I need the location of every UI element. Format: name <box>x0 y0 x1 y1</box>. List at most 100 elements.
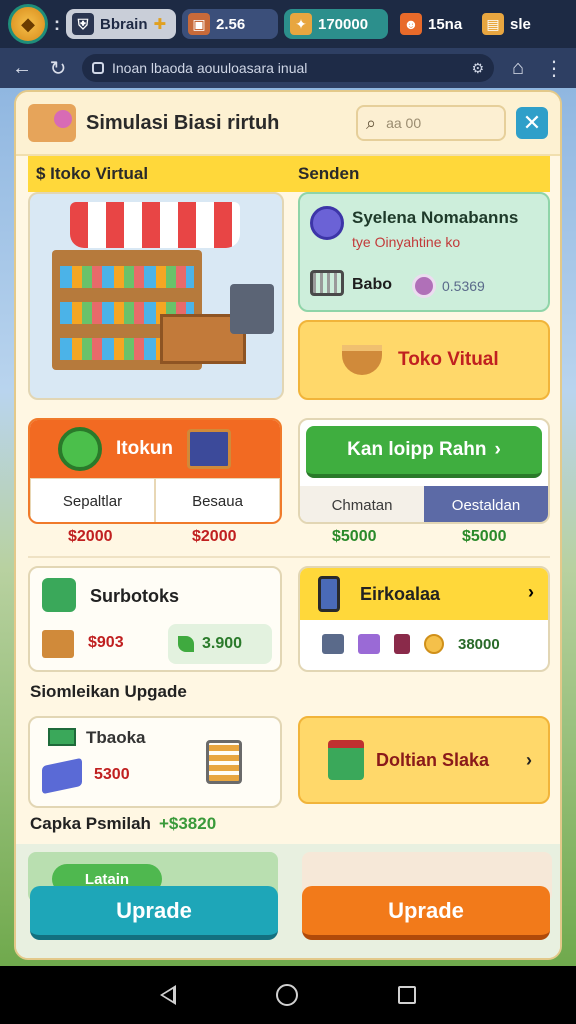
cash-icon: ✦ <box>290 13 312 35</box>
toko-virtual-button[interactable]: Toko Vitual <box>298 320 550 400</box>
shelf-goods <box>60 266 194 288</box>
subtotal-title: Surbotoks <box>90 586 180 606</box>
calculator-icon <box>394 634 410 654</box>
game-logo-icon[interactable]: ◆ <box>8 4 48 44</box>
resource-2-value: 2.56 <box>216 15 246 33</box>
resource-pill-2[interactable]: ▣ 2.56 <box>182 9 278 39</box>
plus-icon: ✚ <box>153 16 167 33</box>
status-bar: ◆ : ⛨ Bbrain ✚ ▣ 2.56 ✦ 170000 ☻ 15na ▤ … <box>0 0 576 48</box>
lock-icon <box>92 62 104 74</box>
url-text: Inoan lbaoda aouuloasara inual <box>112 60 308 76</box>
option-left[interactable]: Sepaltlar <box>30 478 155 522</box>
system-nav-bar <box>0 966 576 1024</box>
delivery-button[interactable]: Doltian Slaka › <box>298 716 550 804</box>
close-button[interactable]: ✕ <box>516 107 548 139</box>
supplier-title: Syelena Nomabanns <box>352 208 519 227</box>
abacus-icon <box>187 429 231 469</box>
more-dots-icon[interactable]: : <box>54 14 60 35</box>
subtotal-card[interactable]: Surbotoks $903 3.900 <box>28 566 282 672</box>
bell-icon[interactable]: ⌂ <box>506 57 530 80</box>
upgrade-button-left[interactable]: Uprade <box>30 886 278 940</box>
chevron-right-icon: › <box>494 439 501 460</box>
basket-icon <box>310 270 344 296</box>
menu-dots-icon[interactable]: ⋮ <box>542 56 566 81</box>
chevron-right-icon: › <box>526 749 532 770</box>
subtotal-green-pill: 3.900 <box>168 624 272 664</box>
section-title-left: $ Itoko Virtual <box>36 164 149 183</box>
toko-label: Toko Vitual <box>398 349 499 370</box>
awning-graphic <box>70 202 240 248</box>
cube-stack-icon <box>42 578 76 612</box>
green-gem-icon <box>58 427 102 471</box>
page-title: Simulasi Biasi rirtuh <box>86 111 280 134</box>
search-placeholder: aa 00 <box>386 115 422 131</box>
shop-illustration <box>28 192 284 400</box>
upgrade-button-right[interactable]: Uprade <box>302 886 550 940</box>
shop-bag-icon <box>28 104 76 142</box>
gift-icon: ▣ <box>188 13 210 35</box>
tab-right[interactable]: Oestaldan <box>424 486 548 522</box>
product-card-title: Itokun <box>116 438 173 459</box>
price-green-left: $5000 <box>332 528 377 545</box>
resource-pill-4[interactable]: ☻ 15na <box>394 9 470 39</box>
url-bar[interactable]: Inoan lbaoda aouuloasara inual ⚙ <box>82 54 494 82</box>
resource-1-value: Bbrain <box>100 15 148 33</box>
segment-control: Chmatan Oestaldan <box>300 486 548 522</box>
supplier-label: Babo <box>352 276 392 293</box>
upgrade-item-card[interactable]: Tbaoka 5300 <box>28 716 282 808</box>
avatar-icon: ☻ <box>400 13 422 35</box>
resource-pill-3[interactable]: ✦ 170000 <box>284 9 388 39</box>
reload-icon[interactable]: ↻ <box>46 56 70 81</box>
electronics-title: Eirkoalaa <box>360 583 441 604</box>
box-icon <box>42 630 74 658</box>
product-options: Sepaltlar Besaua <box>30 478 280 522</box>
search-input[interactable]: ⌕ aa 00 <box>356 105 506 141</box>
supplier-card[interactable]: Syelena Nomabanns tye Oinyahtine ko Babo… <box>298 192 550 312</box>
primary-action-label: Kan loipp Rahn <box>347 439 487 460</box>
gem-icon <box>412 274 436 298</box>
box-icon <box>358 634 380 654</box>
nav-home-icon[interactable] <box>276 984 298 1006</box>
resource-pill-1[interactable]: ⛨ Bbrain ✚ <box>66 9 176 39</box>
cart-icon <box>206 740 242 784</box>
resource-4-value: 15na <box>428 15 463 33</box>
gear-icon <box>310 206 344 240</box>
bowl-icon <box>342 345 382 375</box>
tab-left[interactable]: Chmatan <box>300 486 424 522</box>
search-icon: ⌕ <box>366 112 377 133</box>
price-right: $2000 <box>192 528 237 545</box>
upgrade-section-title: Siomleikan Upgade <box>30 682 187 701</box>
product-card[interactable]: Itokun Sepaltlar Besaua <box>28 418 282 524</box>
primary-action-button[interactable]: Kan loipp Rahn › <box>306 426 542 478</box>
phone-icon <box>318 576 340 612</box>
balance-row: Capka Psmilah +$3820 <box>30 814 216 834</box>
browser-bar: ← ↻ Inoan lbaoda aouuloasara inual ⚙ ⌂ ⋮ <box>0 48 576 88</box>
nav-back-icon[interactable] <box>160 985 176 1005</box>
option-right[interactable]: Besaua <box>155 478 280 522</box>
balance-value: +$3820 <box>158 814 217 833</box>
price-left: $2000 <box>68 528 113 545</box>
subtotal-price: $903 <box>88 634 124 651</box>
electronics-items: 38000 <box>322 634 500 654</box>
cash-icon <box>48 728 76 746</box>
shield-icon: ⛨ <box>72 13 94 35</box>
resource-pill-5[interactable]: ▤ sle <box>476 9 546 39</box>
balance-label: Capka Psmilah <box>30 814 151 833</box>
electronics-card[interactable]: Eirkoalaa › 38000 <box>298 566 550 672</box>
electronics-value: 38000 <box>458 635 500 653</box>
delivery-label: Doltian Slaka <box>376 749 490 770</box>
cash-register-icon <box>230 284 274 334</box>
back-arrow-icon[interactable]: ← <box>10 57 34 80</box>
price-green-right: $5000 <box>462 528 507 545</box>
subtotal-green-value: 3.900 <box>202 635 243 652</box>
notepad-icon: ▤ <box>482 13 504 35</box>
product-card-header: Itokun <box>30 420 280 478</box>
settings-icon[interactable]: ⚙ <box>471 60 484 77</box>
upgrade-item-price: 5300 <box>94 766 130 783</box>
upgrade-item-title: Tbaoka <box>86 728 146 747</box>
bottom-actions: Latain Uprade Uprade <box>16 844 560 958</box>
truck-icon <box>42 757 82 795</box>
nav-recent-icon[interactable] <box>398 986 416 1004</box>
supplier-subtitle: tye Oinyahtine ko <box>352 234 461 250</box>
leaf-icon <box>178 636 194 652</box>
